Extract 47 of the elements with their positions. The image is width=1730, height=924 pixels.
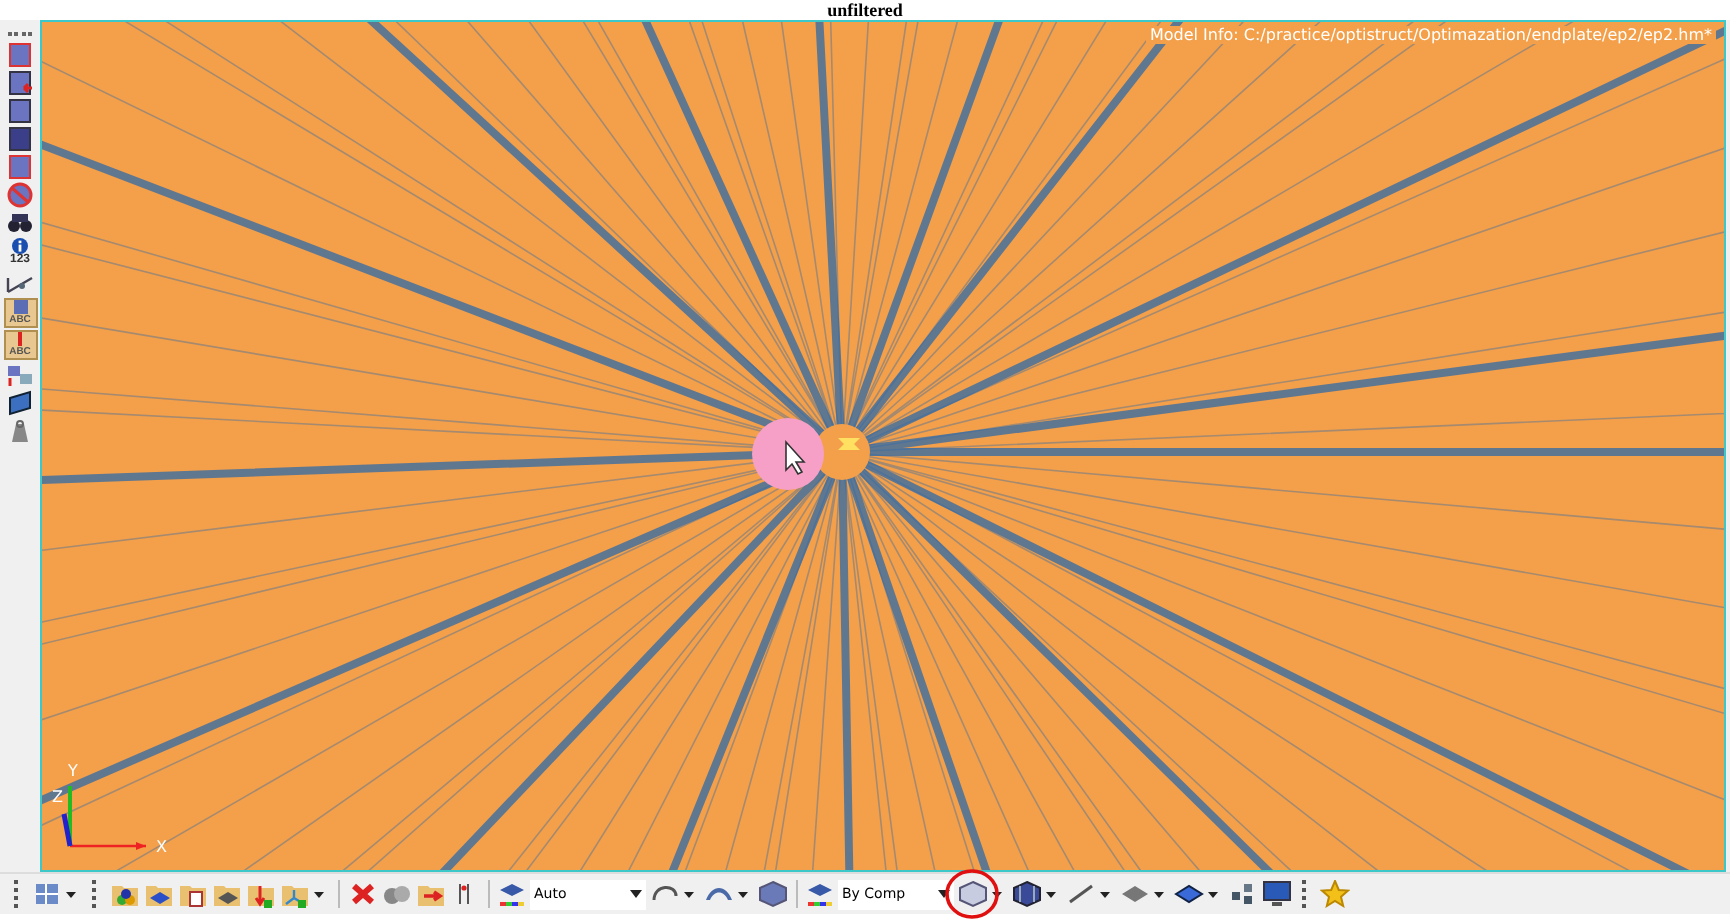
model-part-icon — [838, 438, 860, 450]
info-icon — [12, 238, 28, 254]
color-mode-icon[interactable] — [498, 880, 526, 908]
panel-icon[interactable] — [6, 126, 34, 152]
click-indicator-icon — [752, 418, 824, 490]
weight-icon[interactable] — [6, 418, 34, 444]
caret-icon[interactable] — [1046, 891, 1056, 897]
caret-icon[interactable] — [1154, 891, 1164, 897]
delete-icon[interactable] — [348, 880, 378, 908]
caret-icon[interactable] — [314, 891, 324, 897]
plate-icon[interactable] — [6, 390, 34, 416]
cylinders-icon[interactable] — [382, 880, 412, 908]
no-entry-icon[interactable] — [6, 182, 34, 208]
folder-icon[interactable] — [246, 880, 276, 908]
folder-icon[interactable] — [416, 880, 446, 908]
folder-icon[interactable] — [178, 880, 208, 908]
line-icon[interactable] — [1066, 880, 1096, 908]
grip-icon — [92, 880, 100, 908]
blocks-icon[interactable] — [1228, 880, 1258, 908]
frame-icon[interactable] — [6, 154, 34, 180]
folder-icon[interactable] — [212, 880, 242, 908]
cube-icon[interactable] — [758, 880, 788, 908]
star-icon[interactable] — [1320, 880, 1350, 908]
caret-icon[interactable] — [66, 891, 76, 897]
panel-icon — [13, 300, 27, 314]
mesh-cube-icon[interactable] — [1012, 880, 1042, 908]
axis-triad-drawing: Y Z X — [50, 758, 170, 862]
plane-icon[interactable] — [1174, 880, 1204, 908]
caret-icon[interactable] — [738, 891, 748, 897]
folder-icon[interactable] — [144, 880, 174, 908]
cube-icon[interactable] — [958, 880, 988, 908]
caret-icon[interactable] — [1100, 891, 1110, 897]
color-mode-icon[interactable] — [806, 880, 834, 908]
grip-icon — [14, 880, 22, 908]
caret-icon[interactable] — [684, 891, 694, 897]
caret-icon — [630, 890, 642, 898]
caret-icon[interactable] — [1208, 891, 1218, 897]
folder-icon[interactable] — [110, 880, 140, 908]
panel-icon[interactable] — [6, 98, 34, 124]
transform-icon[interactable] — [6, 362, 34, 388]
grip-icon — [1302, 880, 1310, 908]
caret-icon — [938, 890, 950, 898]
window-title: unfiltered — [825, 0, 905, 20]
caret-icon[interactable] — [992, 891, 1002, 897]
monitor-icon[interactable] — [1262, 880, 1292, 908]
binoculars-icon[interactable] — [6, 210, 34, 236]
model-info: Model Info: C:/practice/optistruct/Optimazation/endplate/ep2/ep2.hm* — [1145, 26, 1716, 44]
